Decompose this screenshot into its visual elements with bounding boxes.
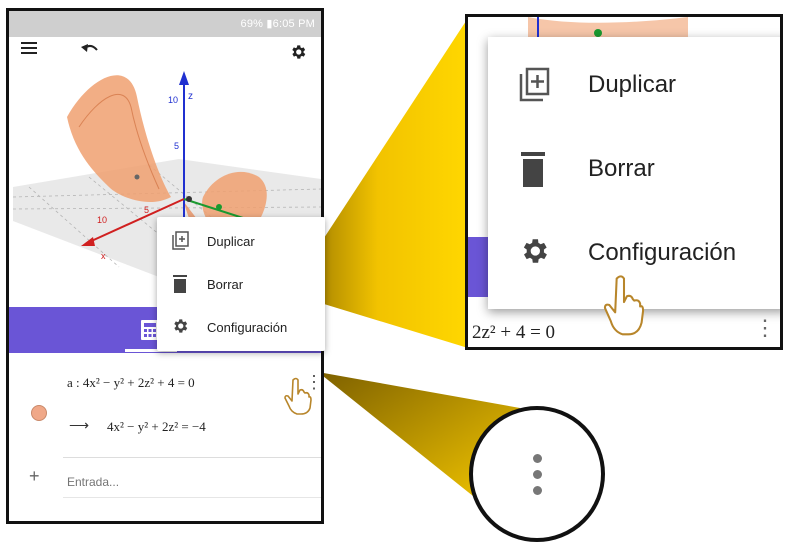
trash-icon — [521, 152, 545, 187]
menu-item-label: Borrar — [207, 277, 244, 292]
x-axis-label: x — [101, 251, 106, 261]
menu-item-duplicate[interactable]: Duplicar — [157, 220, 325, 264]
hamburger-menu-icon[interactable] — [21, 41, 39, 55]
dot — [533, 454, 542, 463]
menu-item-label: Duplicar — [588, 71, 677, 98]
divider — [63, 457, 321, 458]
undo-icon[interactable] — [81, 43, 99, 57]
x-tick-10: 10 — [97, 215, 107, 225]
gear-icon — [523, 239, 547, 263]
zoom-circle-more-options — [469, 406, 605, 542]
zoom-equation-fragment: 2z² + 4 = 0 — [472, 322, 556, 343]
algebra-output-equation: 4x² − y² + 2z² = −4 — [107, 419, 206, 434]
menu-item-label: Configuración — [207, 320, 288, 335]
z-tick-5: 5 — [174, 141, 179, 151]
trash-icon — [173, 275, 187, 293]
menu-item-label: Borrar — [588, 155, 655, 182]
gear-icon — [174, 319, 188, 333]
z-tick-10: 10 — [168, 95, 178, 105]
duplicate-icon — [172, 231, 189, 250]
more-options-icon[interactable]: ⋮ — [754, 317, 776, 339]
status-bar: 69% ▮6:05 PM — [9, 11, 321, 37]
menu-item-label: Configuración — [588, 239, 737, 266]
input-underline — [63, 497, 321, 498]
menu-item-label: Duplicar — [207, 234, 255, 249]
status-text: 69% ▮6:05 PM — [240, 18, 315, 30]
settings-gear-icon[interactable] — [289, 43, 307, 61]
x-tick-5: 5 — [144, 205, 149, 215]
menu-item-duplicate[interactable]: Duplicar — [488, 43, 780, 127]
menu-item-settings[interactable]: Configuración — [157, 306, 325, 350]
output-arrow-icon: ⟶ — [69, 417, 90, 433]
dot — [533, 470, 542, 479]
context-menu: Duplicar Borrar Configuración — [157, 217, 325, 351]
add-input-icon[interactable]: + — [29, 466, 40, 487]
duplicate-icon — [519, 67, 550, 102]
pointer-hand-icon — [284, 377, 312, 415]
context-menu-zoomed: Duplicar Borrar Configuración — [488, 37, 780, 309]
algebra-input-equation[interactable]: a : 4x² − y² + 2z² + 4 = 0 — [67, 375, 195, 391]
zoom-panel-menu: 10 Duplicar Borrar Configuración 2z² + 4… — [465, 14, 783, 350]
menu-item-delete[interactable]: Borrar — [157, 263, 325, 307]
algebra-input-field[interactable] — [67, 473, 267, 491]
object-visibility-toggle[interactable] — [31, 405, 47, 421]
pointer-hand-icon — [603, 275, 645, 336]
z-axis-label: z — [188, 91, 193, 102]
dot — [533, 486, 542, 495]
menu-item-delete[interactable]: Borrar — [488, 127, 780, 211]
